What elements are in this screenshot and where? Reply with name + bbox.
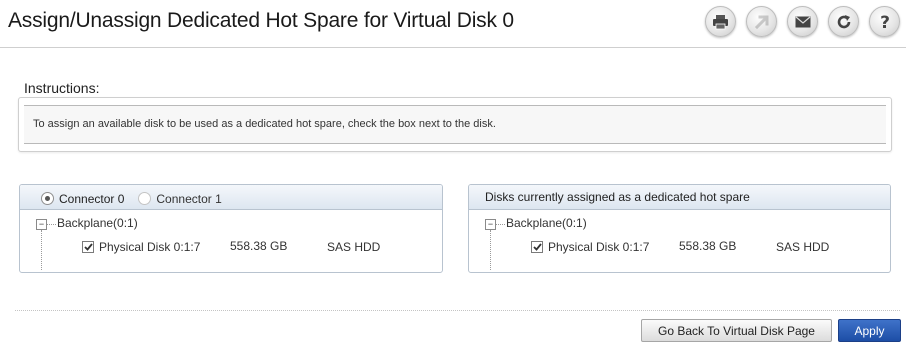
disk-type: SAS HDD [776,240,830,254]
tree-connector-line [41,230,42,270]
refresh-icon [837,14,850,28]
connector-1-option[interactable]: Connector 1 [138,189,222,206]
instructions-box: To assign an available disk to be used a… [18,97,892,152]
print-button[interactable] [705,6,736,37]
toolbar: ? [705,6,900,37]
available-disks-panel: Connector 0 Connector 1 − Backplane(0:1)… [19,184,443,273]
disk-name: Physical Disk 0:1:7 [99,240,201,254]
instructions-inner: To assign an available disk to be used a… [24,105,886,144]
collapse-toggle-icon[interactable]: − [485,219,496,230]
disk-row: Physical Disk 0:1:7 558.38 GB SAS HDD [82,240,380,254]
apply-button[interactable]: Apply [838,319,901,342]
assigned-panel-title: Disks currently assigned as a dedicated … [485,190,750,204]
backplane-node: Backplane(0:1) [57,216,138,230]
instructions-text: To assign an available disk to be used a… [33,118,496,130]
checkmark-icon [83,243,93,251]
help-icon: ? [880,13,890,31]
assigned-hot-spares-panel: Disks currently assigned as a dedicated … [468,184,891,273]
refresh-button[interactable] [828,6,859,37]
connector-0-option[interactable]: Connector 0 [41,189,124,206]
page-title: Assign/Unassign Dedicated Hot Spare for … [8,9,514,32]
connector-selector: Connector 0 Connector 1 [20,185,442,210]
tree-connector-line [496,224,505,225]
backplane-node: Backplane(0:1) [506,216,587,230]
email-button[interactable] [787,6,818,37]
disk-checkbox[interactable] [82,241,94,253]
checkmark-icon [532,243,542,251]
connector-0-radio[interactable] [41,192,54,205]
arrow-up-right-icon [754,15,768,29]
connector-0-label: Connector 0 [59,191,125,206]
disk-row: Physical Disk 0:1:7 558.38 GB SAS HDD [531,240,829,254]
disk-checkbox[interactable] [531,241,543,253]
collapse-toggle-icon[interactable]: − [36,219,47,230]
title-divider [0,47,906,48]
disk-name: Physical Disk 0:1:7 [548,240,650,254]
help-button[interactable]: ? [869,6,900,37]
disk-type: SAS HDD [327,240,381,254]
connector-1-label: Connector 1 [156,191,222,206]
envelope-icon [795,16,810,27]
assigned-panel-header: Disks currently assigned as a dedicated … [469,185,890,210]
tree-connector-line [490,230,491,270]
printer-icon [713,14,728,29]
disk-size: 558.38 GB [230,239,288,253]
footer-divider [15,310,900,311]
svg-text:?: ? [880,13,890,31]
go-back-button[interactable]: Go Back To Virtual Disk Page [641,319,832,342]
connector-1-radio[interactable] [138,192,152,205]
disk-size: 558.38 GB [679,239,737,253]
instructions-heading: Instructions: [24,80,100,96]
tree-connector-line [47,224,56,225]
export-button[interactable] [746,6,777,37]
